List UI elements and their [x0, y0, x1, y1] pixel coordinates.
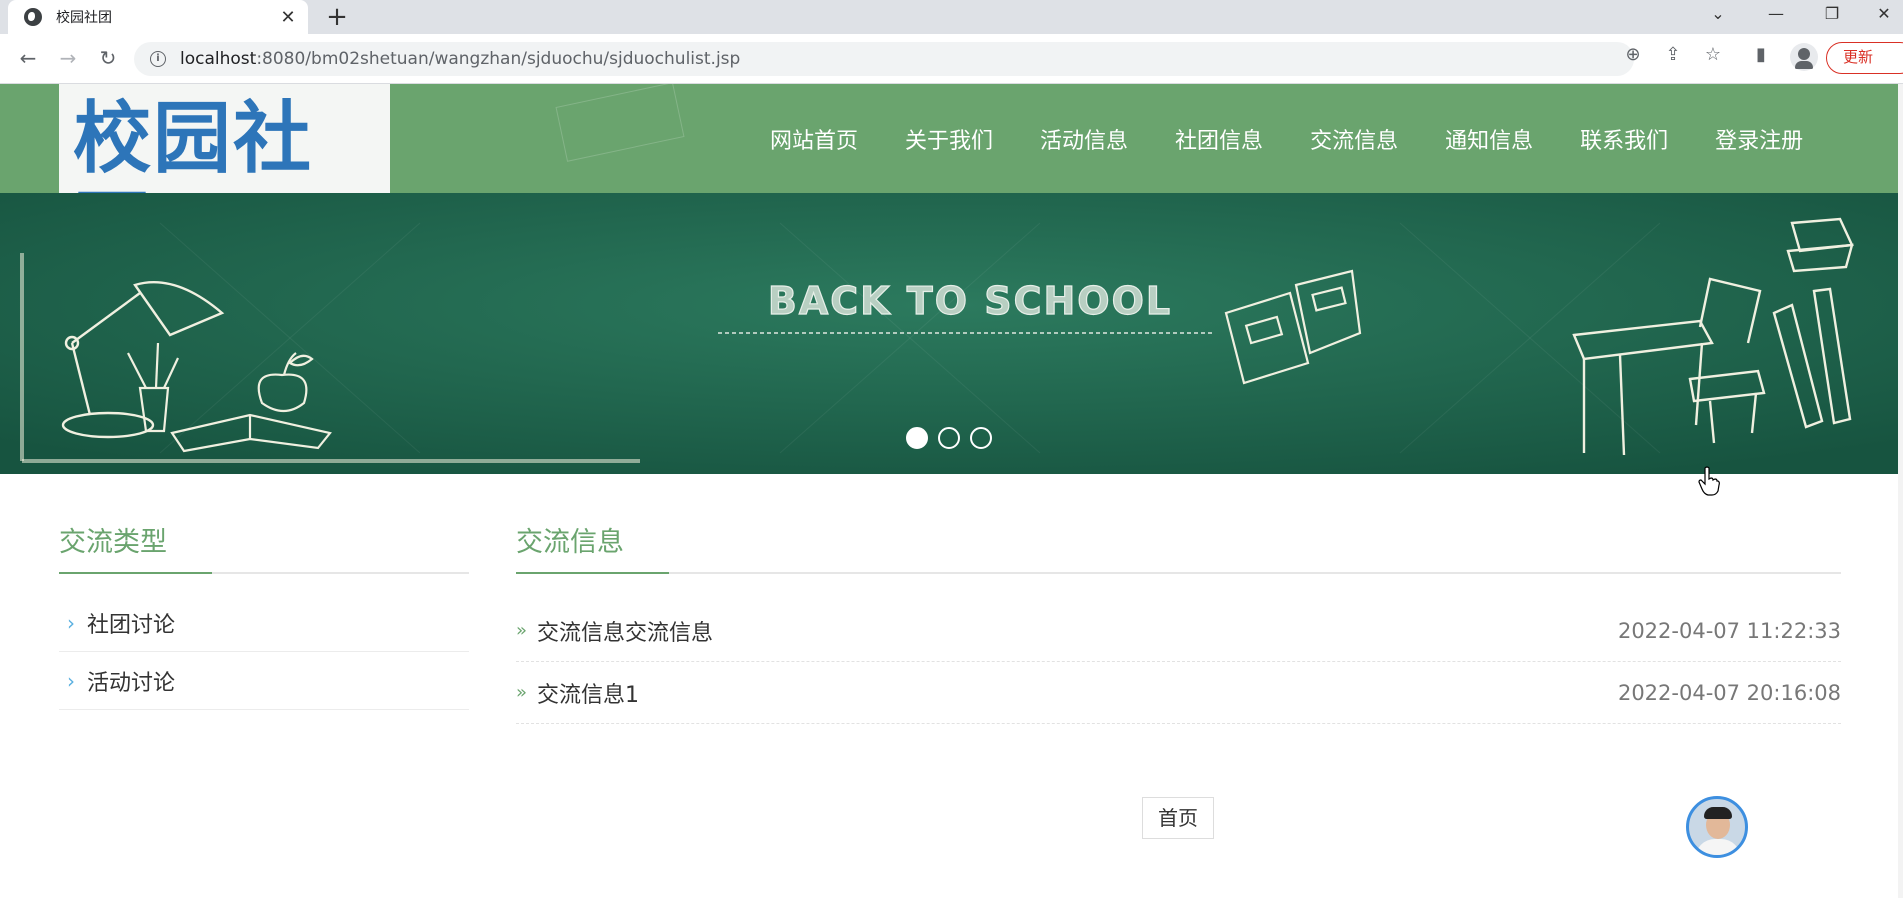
nav-home[interactable]: 网站首页 — [770, 123, 858, 155]
carousel-dot-3[interactable] — [970, 427, 992, 449]
nav-activities[interactable]: 活动信息 — [1040, 123, 1128, 155]
list-item-link[interactable]: » 交流信息交流信息 — [516, 615, 713, 647]
carousel-dot-1[interactable] — [906, 427, 928, 449]
first-page-button[interactable]: 首页 — [1142, 797, 1214, 839]
carousel-dots — [906, 427, 1002, 449]
minimize-icon[interactable]: — — [1748, 0, 1804, 30]
exchange-list-section: 交流信息 » 交流信息交流信息 2022-04-07 11:22:33 » 交流… — [516, 520, 1841, 724]
nav-about[interactable]: 关于我们 — [905, 123, 993, 155]
site-header: 校园社团 网站首页 关于我们 活动信息 社团信息 交流信息 通知信息 联系我们 … — [0, 84, 1903, 193]
double-chevron-icon: » — [516, 682, 528, 703]
nav-notices[interactable]: 通知信息 — [1445, 123, 1533, 155]
address-bar[interactable]: i localhost:8080/bm02shetuan/wangzhan/sj… — [134, 42, 1634, 76]
banner-title: BACK TO SCHOOL — [768, 279, 1172, 323]
category-item-club-discussion[interactable]: › 社团讨论 — [59, 594, 469, 652]
window-close-icon[interactable]: ✕ — [1856, 0, 1903, 30]
nav-contact[interactable]: 联系我们 — [1580, 123, 1668, 155]
list-item-time: 2022-04-07 20:16:08 — [1617, 680, 1841, 705]
update-button[interactable]: 更新 — [1826, 42, 1903, 74]
floating-avatar[interactable] — [1686, 796, 1748, 858]
nav-login[interactable]: 登录注册 — [1715, 123, 1803, 155]
share-icon[interactable]: ⇪ — [1660, 42, 1686, 68]
logo[interactable]: 校园社团 — [59, 84, 390, 193]
site-info-icon[interactable]: i — [150, 51, 166, 67]
nav-clubs[interactable]: 社团信息 — [1175, 123, 1263, 155]
zoom-icon[interactable]: ⊕ — [1620, 42, 1646, 68]
category-item-activity-discussion[interactable]: › 活动讨论 — [59, 652, 469, 710]
hand-cursor-icon — [1698, 466, 1720, 496]
restore-icon[interactable]: ❐ — [1804, 0, 1860, 30]
browser-toolbar: ← → ↻ i localhost:8080/bm02shetuan/wangz… — [0, 34, 1903, 84]
logo-text: 校园社团 — [73, 94, 314, 193]
tab-title: 校园社团 — [56, 10, 112, 26]
close-tab-icon[interactable]: ✕ — [278, 7, 298, 28]
bookmark-star-icon[interactable]: ☆ — [1700, 42, 1726, 68]
globe-icon — [24, 8, 42, 26]
exchange-list: » 交流信息交流信息 2022-04-07 11:22:33 » 交流信息1 2… — [516, 600, 1841, 724]
list-item-time: 2022-04-07 11:22:33 — [1617, 618, 1841, 643]
new-tab-button[interactable]: + — [322, 3, 352, 31]
sidebar-title: 交流类型 — [59, 520, 469, 574]
carousel-dot-2[interactable] — [938, 427, 960, 449]
back-icon[interactable]: ← — [14, 44, 42, 72]
list-item: » 交流信息1 2022-04-07 20:16:08 — [516, 662, 1841, 724]
page-scrollbar[interactable] — [1898, 84, 1903, 898]
url-text[interactable]: localhost:8080/bm02shetuan/wangzhan/sjdu… — [180, 49, 740, 69]
list-item: » 交流信息交流信息 2022-04-07 11:22:33 — [516, 600, 1841, 662]
category-list: › 社团讨论 › 活动讨论 — [59, 594, 469, 710]
section-title: 交流信息 — [516, 520, 1841, 574]
reload-icon[interactable]: ↻ — [94, 44, 122, 72]
chalk-decoration — [555, 84, 685, 162]
browser-tab[interactable]: 校园社团 ✕ — [8, 0, 308, 34]
browser-tab-strip: 校园社团 ✕ + ⌄ — ❐ ✕ — [0, 0, 1903, 34]
double-chevron-icon: » — [516, 620, 528, 641]
nav-exchange[interactable]: 交流信息 — [1310, 123, 1398, 155]
forward-icon[interactable]: → — [54, 44, 82, 72]
profile-avatar-icon[interactable] — [1790, 43, 1818, 71]
side-panel-icon[interactable]: ▮ — [1748, 42, 1774, 68]
list-item-link[interactable]: » 交流信息1 — [516, 677, 639, 709]
chevron-right-icon: › — [67, 610, 75, 635]
main-nav: 网站首页 关于我们 活动信息 社团信息 交流信息 通知信息 联系我们 登录注册 — [770, 84, 1850, 193]
chevron-right-icon: › — [67, 668, 75, 693]
tab-search-icon[interactable]: ⌄ — [1690, 0, 1746, 30]
category-sidebar: 交流类型 › 社团讨论 › 活动讨论 — [59, 520, 469, 710]
